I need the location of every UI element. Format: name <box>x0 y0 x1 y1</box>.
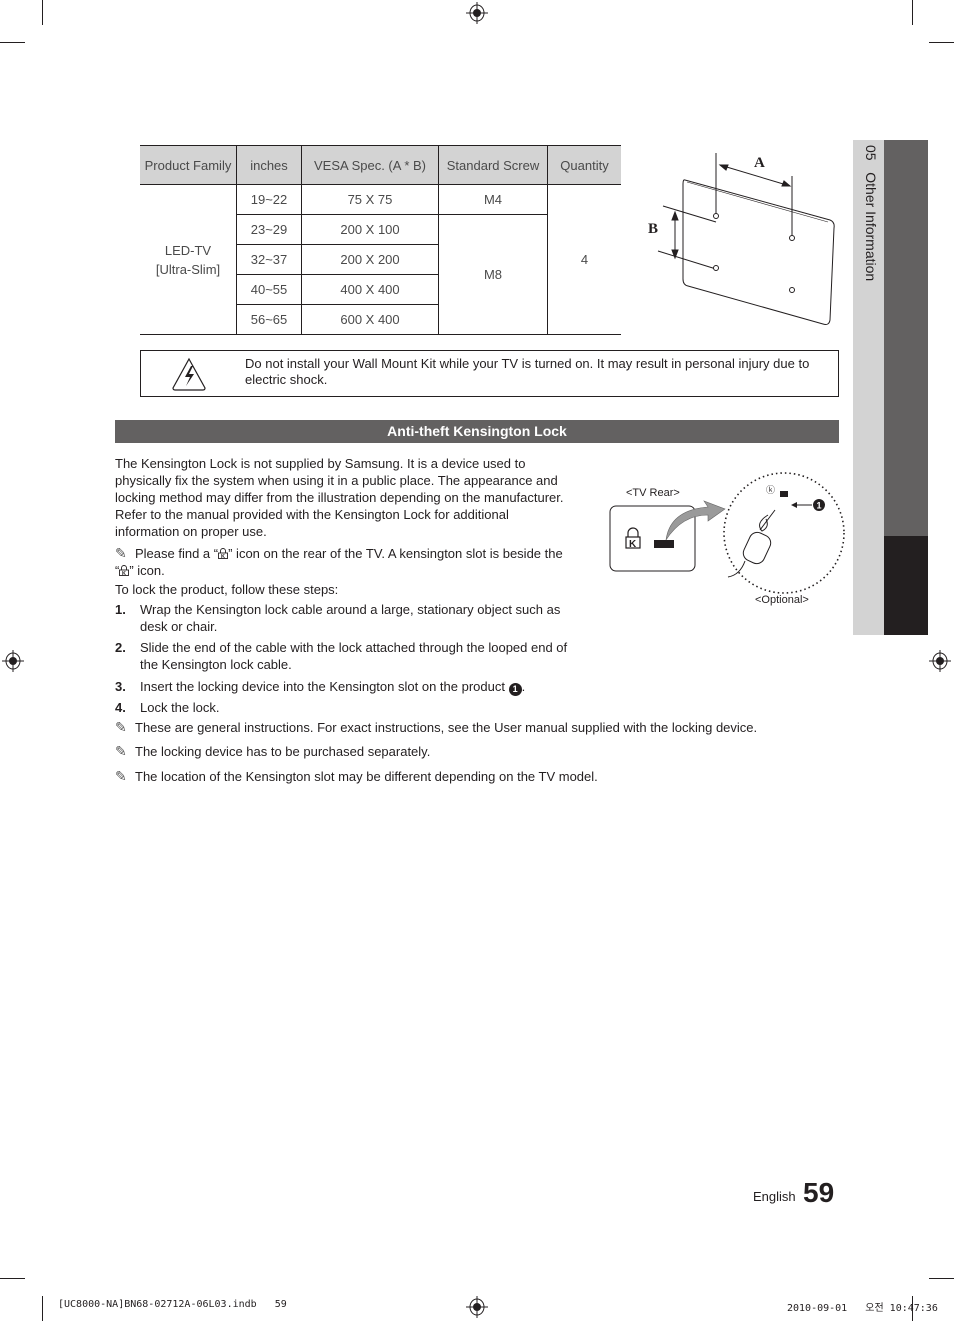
note-pencil-icon: ✎ <box>115 719 127 735</box>
step-number: 1. <box>115 602 126 617</box>
header-quantity: Quantity <box>547 145 621 185</box>
crop-mark <box>0 42 25 43</box>
tv-rear-label: <TV Rear> <box>626 487 680 499</box>
step-text: Lock the lock. <box>140 700 220 715</box>
dimension-label-b: B <box>648 221 658 237</box>
svg-text:ⓚ: ⓚ <box>766 485 775 495</box>
inches-cell: 23~29 <box>236 214 302 245</box>
vesa-cell: 200 X 100 <box>301 214 439 245</box>
note-pencil-icon: ✎ <box>115 545 127 561</box>
header-product-family: Product Family <box>140 145 237 185</box>
tv-outline <box>682 179 835 325</box>
svg-text:K: K <box>122 571 126 576</box>
note-item: ✎ The location of the Kensington slot may… <box>115 768 598 784</box>
header-vesa-spec: VESA Spec. (A * B) <box>301 145 439 185</box>
crop-mark <box>929 42 954 43</box>
step-item: 2. Slide the end of the cable with the l… <box>115 639 575 673</box>
print-slug-left: [UC8000-NA]BN68-02712A-06L03.indb 59 <box>58 1299 287 1310</box>
svg-text:K: K <box>629 539 637 550</box>
crop-mark <box>929 1278 954 1279</box>
page-number: 59 <box>803 1177 835 1208</box>
kensington-lock-icon: K <box>119 565 130 576</box>
step-number: 2. <box>115 640 126 655</box>
vesa-cell: 600 X 400 <box>301 304 439 335</box>
product-family-line: [Ultra-Slim] <box>155 261 221 277</box>
crop-mark <box>42 1296 43 1321</box>
registration-mark-icon <box>2 650 24 672</box>
inches-cell: 32~37 <box>236 244 302 275</box>
vesa-cell: 75 X 75 <box>301 184 439 215</box>
step-item: 3. Insert the locking device into the Ke… <box>115 679 526 696</box>
kensington-lock-icon: K <box>218 548 229 559</box>
svg-text:K: K <box>221 554 225 559</box>
step-item: 4. Lock the lock. <box>115 699 575 716</box>
chapter-tab-label: 05 Other Information <box>857 145 879 345</box>
registration-mark-icon <box>466 1296 488 1318</box>
product-family-cell: LED-TV [Ultra-Slim] <box>140 184 237 335</box>
chapter-number: 05 <box>863 145 879 161</box>
step-text: Slide the end of the cable with the lock… <box>140 640 568 672</box>
quantity-cell: 4 <box>547 184 621 335</box>
registration-mark-icon <box>466 2 488 24</box>
warning-text: Do not install your Wall Mount Kit while… <box>245 356 810 387</box>
kensington-lock-icon <box>627 527 639 537</box>
screw-cell: M4 <box>438 184 548 215</box>
step-item: 1. Wrap the Kensington lock cable around… <box>115 601 575 635</box>
svg-text:1: 1 <box>817 501 822 511</box>
tv-vesa-diagram: A B <box>648 153 835 325</box>
kensington-lock-diagram: <TV Rear> K ⓚ 1 <Optional> <box>609 472 845 606</box>
header-inches: inches <box>236 145 302 185</box>
step-text: Insert the locking device into the Kensi… <box>140 679 505 694</box>
step-number: 4. <box>115 700 126 715</box>
kensington-slot <box>654 540 674 548</box>
dimension-label-a: A <box>754 155 765 171</box>
steps-intro: To lock the product, follow these steps: <box>115 582 339 597</box>
note-item: ✎ The locking device has to be purchased … <box>115 743 431 759</box>
note-item: ✎ These are general instructions. For exa… <box>115 719 758 735</box>
inches-cell: 40~55 <box>236 274 302 305</box>
vesa-cell: 400 X 400 <box>301 274 439 305</box>
page-language: English <box>753 1189 796 1204</box>
note-kensington-icon: ✎ Please find a “K” icon on the rear of t… <box>115 545 563 578</box>
table-header-row: Product Family inches VESA Spec. (A * B)… <box>140 145 621 185</box>
section-title: Anti-theft Kensington Lock <box>115 420 839 443</box>
optional-label: <Optional> <box>755 594 809 606</box>
electric-shock-warning-icon <box>172 357 206 391</box>
product-family-line: LED-TV <box>164 242 212 258</box>
crop-mark <box>42 0 43 25</box>
header-standard-screw: Standard Screw <box>438 145 548 185</box>
note-pencil-icon: ✎ <box>115 743 127 759</box>
print-slug-right: 2010-09-01 오전 10:47:36 <box>787 1303 938 1314</box>
step-number: 3. <box>115 679 126 694</box>
chapter-title: Other Information <box>863 172 879 282</box>
intro-paragraph: The Kensington Lock is not supplied by S… <box>115 456 564 539</box>
vesa-cell: 200 X 200 <box>301 244 439 275</box>
step-text: Wrap the Kensington lock cable around a … <box>140 602 561 634</box>
vesa-spec-table: Product Family inches VESA Spec. (A * B)… <box>140 145 621 335</box>
crop-mark <box>0 1278 25 1279</box>
chapter-tab-marker <box>884 536 928 635</box>
screw-cell: M8 <box>438 214 548 335</box>
inches-cell: 56~65 <box>236 304 302 335</box>
callout-marker: 1 <box>508 683 522 696</box>
note-pencil-icon: ✎ <box>115 768 127 784</box>
warning-box: Do not install your Wall Mount Kit while… <box>140 350 839 397</box>
registration-mark-icon <box>929 650 951 672</box>
table-row: LED-TV [Ultra-Slim] 19~22 75 X 75 M4 4 <box>140 184 621 335</box>
lock-device <box>742 531 772 565</box>
inches-cell: 19~22 <box>236 184 302 215</box>
crop-mark <box>912 0 913 25</box>
chapter-tab-band <box>884 140 928 536</box>
